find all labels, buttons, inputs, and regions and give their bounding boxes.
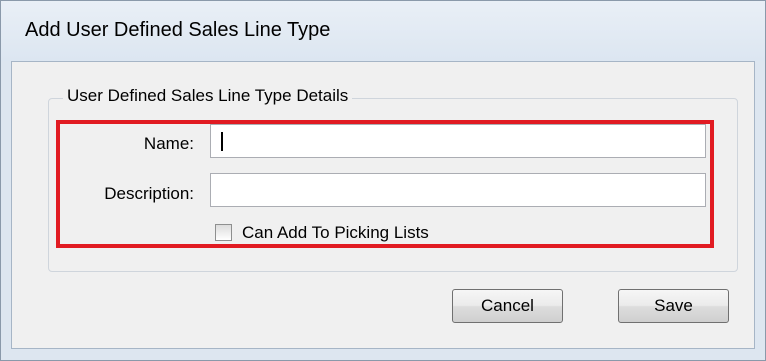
name-label: Name: [143, 134, 194, 153]
save-button[interactable]: Save [618, 289, 729, 323]
can-add-to-picking-lists-checkbox[interactable] [215, 224, 232, 241]
window-title: Add User Defined Sales Line Type [25, 19, 331, 41]
can-add-to-picking-lists-label[interactable]: Can Add To Picking Lists [242, 223, 429, 243]
name-input[interactable] [210, 124, 706, 158]
cancel-button[interactable]: Cancel [452, 289, 563, 323]
dialog-window: Add User Defined Sales Line Type User De… [0, 0, 766, 361]
description-input[interactable] [210, 173, 706, 207]
title-bar[interactable]: Add User Defined Sales Line Type [1, 1, 765, 61]
dialog-client-area: User Defined Sales Line Type Details Nam… [11, 61, 755, 349]
group-box-legend: User Defined Sales Line Type Details [63, 86, 353, 106]
description-label: Description: [104, 184, 194, 203]
text-caret [221, 132, 223, 151]
